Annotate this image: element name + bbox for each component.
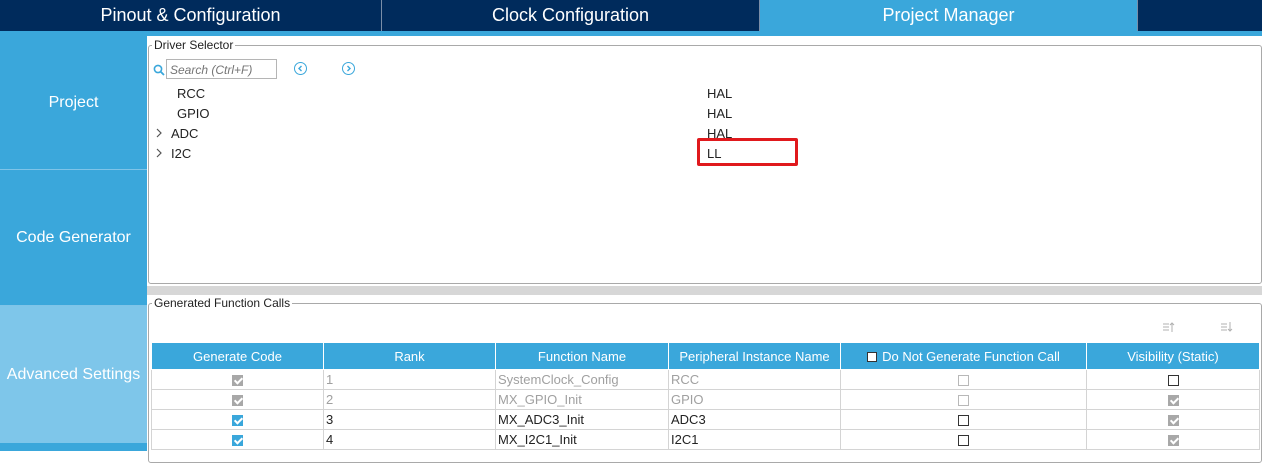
sort-ascending-icon[interactable] (1162, 321, 1175, 333)
visibility-cell (1086, 389, 1260, 410)
visibility-checkbox[interactable] (1167, 415, 1179, 427)
function-name-cell: MX_ADC3_Init (495, 409, 669, 430)
driver-row-name[interactable]: GPIO (177, 106, 210, 121)
generate-code-checkbox[interactable] (232, 415, 243, 427)
driver-row-value[interactable]: HAL (707, 106, 732, 121)
expand-chevron-icon[interactable] (155, 128, 163, 138)
generate-code-checkbox[interactable] (232, 435, 243, 447)
function-calls-table: Generate Code Rank Function Name Periphe… (151, 342, 1260, 450)
panel-splitter[interactable] (147, 286, 1262, 295)
function-name-cell: MX_I2C1_Init (495, 429, 669, 450)
do-not-generate-cell (840, 409, 1087, 430)
highlight-annotation-box (697, 138, 798, 166)
visibility-cell (1086, 409, 1260, 430)
instance-cell: I2C1 (668, 429, 841, 450)
previous-button[interactable] (294, 62, 307, 75)
driver-row-name[interactable]: ADC (171, 126, 198, 141)
sidebar-item-project[interactable]: Project (0, 36, 147, 169)
driver-row-name[interactable]: RCC (177, 86, 205, 101)
driver-row-value[interactable]: HAL (707, 86, 732, 101)
generated-function-calls-legend: Generated Function Calls (152, 296, 293, 310)
generate-code-cell (151, 369, 324, 390)
search-input[interactable] (166, 59, 277, 79)
column-header-function-name[interactable]: Function Name (495, 342, 669, 370)
driver-row-name[interactable]: I2C (171, 146, 191, 161)
visibility-checkbox[interactable] (1167, 435, 1179, 447)
column-header-generate-code[interactable]: Generate Code (151, 342, 324, 370)
table-row: 4 MX_I2C1_Init I2C1 (151, 429, 1260, 450)
tab-label: Project Manager (882, 5, 1015, 25)
sidebar-item-label: Project (48, 93, 99, 111)
function-name-cell: MX_GPIO_Init (495, 389, 669, 410)
generate-code-cell (151, 409, 324, 430)
expand-chevron-icon[interactable] (155, 148, 163, 158)
generate-code-cell (151, 429, 324, 450)
function-name-cell: SystemClock_Config (495, 369, 669, 390)
generate-code-checkbox[interactable] (232, 375, 243, 387)
tab-pinout-configuration[interactable]: Pinout & Configuration (0, 0, 382, 31)
table-header-row: Generate Code Rank Function Name Periphe… (151, 342, 1260, 370)
sidebar-item-label: Advanced Settings (6, 365, 141, 383)
column-header-label: Do Not Generate Function Call (882, 348, 1060, 364)
sidebar-footer (0, 443, 147, 451)
chevron-right-icon (347, 65, 351, 72)
tab-label: Pinout & Configuration (100, 5, 281, 25)
do-not-generate-checkbox[interactable] (958, 375, 969, 387)
instance-cell: ADC3 (668, 409, 841, 430)
tab-clock-configuration[interactable]: Clock Configuration (382, 0, 760, 31)
sidebar-item-label: Code Generator (16, 228, 131, 246)
table-row: 2 MX_GPIO_Init GPIO (151, 389, 1260, 410)
do-not-generate-cell (840, 429, 1087, 450)
driver-selector-legend: Driver Selector (152, 38, 236, 52)
rank-cell: 2 (323, 389, 496, 410)
visibility-checkbox[interactable] (1167, 395, 1179, 407)
column-header-rank[interactable]: Rank (323, 342, 496, 370)
table-row: 3 MX_ADC3_Init ADC3 (151, 409, 1260, 430)
tab-project-manager[interactable]: Project Manager (760, 0, 1138, 31)
column-header-peripheral-instance[interactable]: Peripheral Instance Name (668, 342, 841, 370)
instance-cell: RCC (668, 369, 841, 390)
visibility-cell (1086, 429, 1260, 450)
do-not-generate-all-checkbox[interactable] (867, 351, 878, 362)
sidebar-item-advanced-settings[interactable]: Advanced Settings (0, 306, 147, 443)
rank-cell: 4 (323, 429, 496, 450)
visibility-cell (1086, 369, 1260, 390)
table-row: 1 SystemClock_Config RCC (151, 369, 1260, 390)
generate-code-cell (151, 389, 324, 410)
tab-underline-strip (0, 31, 1262, 36)
instance-cell: GPIO (668, 389, 841, 410)
sidebar-item-code-generator[interactable]: Code Generator (0, 170, 147, 305)
column-header-do-not-generate[interactable]: Do Not Generate Function Call (840, 342, 1087, 370)
tab-label: Clock Configuration (491, 5, 650, 25)
rank-cell: 3 (323, 409, 496, 430)
rank-cell: 1 (323, 369, 496, 390)
visibility-checkbox[interactable] (1167, 375, 1179, 387)
do-not-generate-checkbox[interactable] (958, 395, 969, 407)
do-not-generate-checkbox[interactable] (958, 435, 969, 447)
generate-code-checkbox[interactable] (232, 395, 243, 407)
do-not-generate-checkbox[interactable] (958, 415, 969, 427)
do-not-generate-cell (840, 389, 1087, 410)
search-icon (153, 64, 165, 76)
chevron-left-icon (298, 65, 302, 72)
column-header-visibility[interactable]: Visibility (Static) (1086, 342, 1260, 370)
next-button[interactable] (342, 62, 355, 75)
sort-descending-icon[interactable] (1220, 321, 1233, 333)
do-not-generate-cell (840, 369, 1087, 390)
